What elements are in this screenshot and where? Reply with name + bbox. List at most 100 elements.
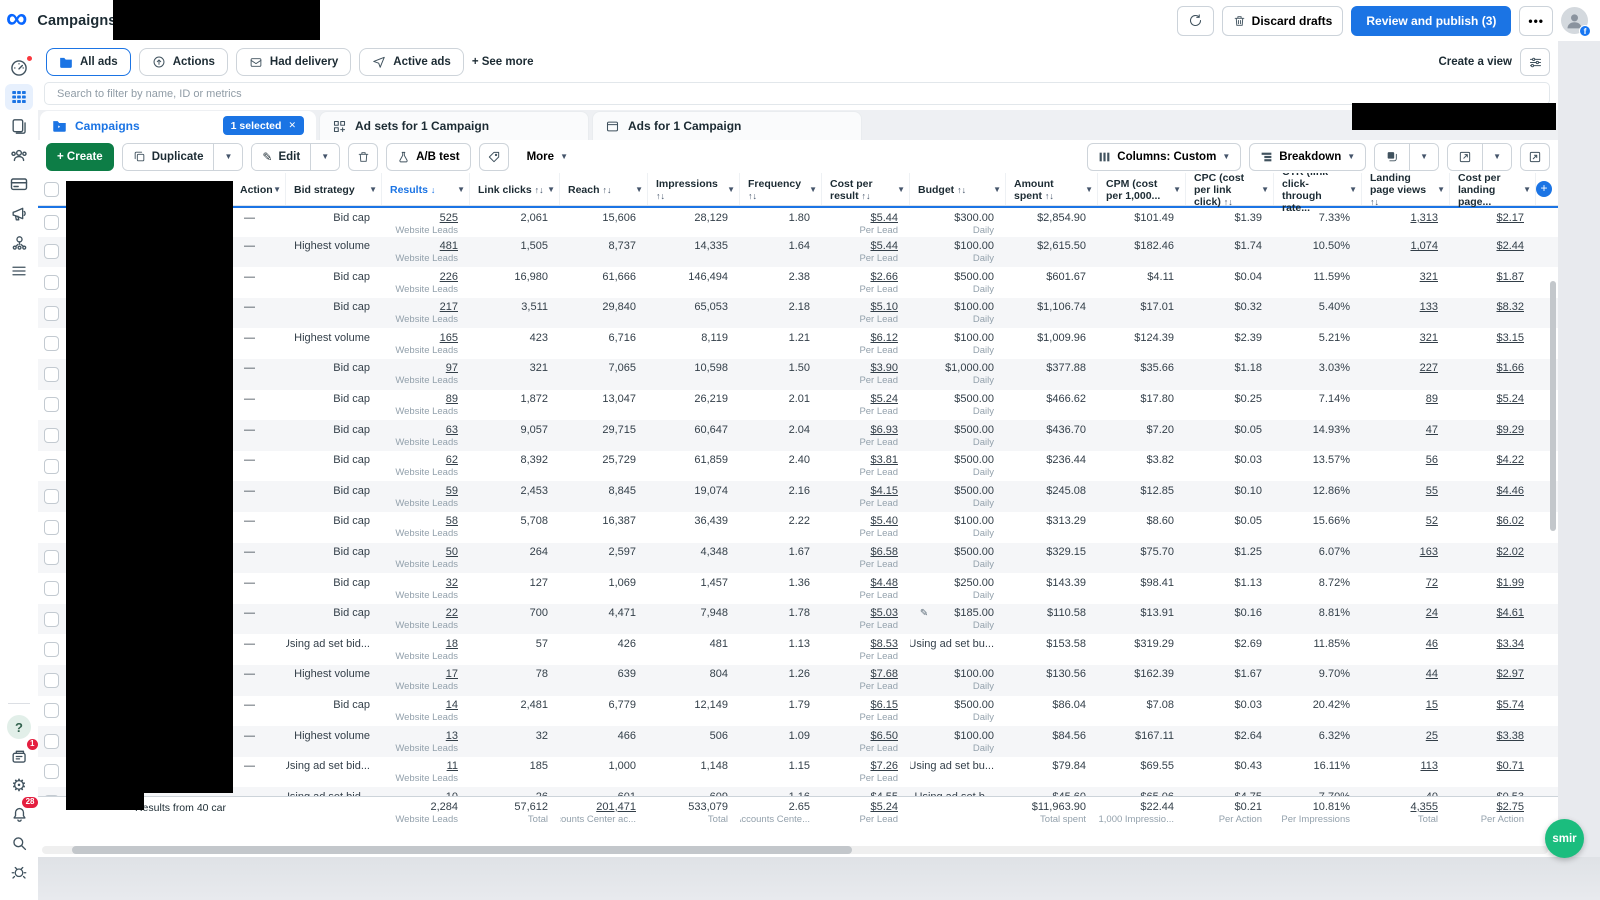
action-dash[interactable]: — [244, 699, 255, 712]
results-link[interactable]: 165 [440, 332, 458, 345]
action-dash[interactable]: — [244, 362, 255, 375]
cost-per-result-link[interactable]: $4.48 [870, 577, 898, 590]
filter-chip-had-delivery[interactable]: Had delivery [236, 48, 351, 76]
table-row[interactable]: —Highest volume13Website Leads324665061.… [38, 726, 1558, 757]
landing-page-views-link[interactable]: 113 [1420, 760, 1438, 773]
action-dash[interactable]: — [244, 607, 255, 620]
cost-per-landing-page-link[interactable]: $3.15 [1496, 332, 1524, 345]
edit-dropdown-button[interactable]: ▼ [310, 144, 339, 170]
more-options-button[interactable]: ••• [1519, 6, 1553, 36]
column-header-frequency[interactable]: Frequency ↑↓▼ [740, 173, 822, 205]
expand-table-button[interactable] [1520, 143, 1550, 171]
ab-test-button[interactable]: A/B test [386, 143, 470, 171]
chevron-down-icon[interactable]: ▼ [1437, 186, 1445, 194]
table-row[interactable]: —Bid cap217Website Leads3,51129,84065,05… [38, 298, 1558, 329]
table-row[interactable]: —Bid cap62Website Leads8,39225,72961,859… [38, 451, 1558, 482]
export-dropdown-button[interactable]: ▼ [1482, 144, 1511, 170]
cost-per-result-link[interactable]: $7.68 [870, 668, 898, 681]
chevron-down-icon[interactable]: ▼ [547, 186, 555, 194]
cost-per-landing-page-link[interactable]: $8.32 [1496, 301, 1524, 314]
horizontal-scrollbar-thumb[interactable] [72, 846, 852, 854]
landing-page-views-link[interactable]: 56 [1426, 454, 1438, 467]
cost-per-landing-page-link[interactable]: $5.74 [1496, 699, 1524, 712]
row-checkbox[interactable] [44, 642, 59, 657]
action-dash[interactable]: — [244, 240, 255, 253]
duplicate-button[interactable]: Duplicate [123, 144, 214, 170]
add-column-button[interactable]: + [1536, 181, 1552, 197]
filter-chip-actions[interactable]: Actions [139, 48, 228, 76]
sidebar-item-settings[interactable]: ⚙ [5, 772, 33, 798]
landing-page-views-link[interactable]: 1,074 [1410, 240, 1438, 253]
chevron-down-icon[interactable]: ▼ [809, 186, 817, 194]
cost-per-landing-page-link[interactable]: $2.97 [1496, 668, 1524, 681]
chevron-down-icon[interactable]: ▼ [1085, 186, 1093, 194]
sidebar-item-search[interactable] [5, 830, 33, 856]
row-checkbox[interactable] [44, 367, 59, 382]
more-button[interactable]: More ▼ [517, 143, 578, 171]
cost-per-landing-page-link[interactable]: $2.02 [1496, 546, 1524, 559]
cost-per-landing-page-link[interactable]: $2.44 [1496, 240, 1524, 253]
sidebar-item-ads-manager[interactable] [5, 200, 33, 226]
cost-per-result-link[interactable]: $5.40 [870, 515, 898, 528]
sidebar-item-notifications[interactable]: 28 [5, 801, 33, 827]
table-row[interactable]: —Bid cap63Website Leads9,05729,71560,647… [38, 420, 1558, 451]
totals-value[interactable]: $2.75 [1496, 801, 1524, 814]
sidebar-item-home-gauge[interactable] [5, 55, 33, 81]
cost-per-landing-page-link[interactable]: $2.17 [1496, 212, 1524, 225]
cost-per-result-link[interactable]: $6.15 [870, 699, 898, 712]
table-row[interactable]: —Highest volume17Website Leads786398041.… [38, 665, 1558, 696]
cost-per-landing-page-link[interactable]: $0.71 [1496, 760, 1524, 773]
meta-logo-icon[interactable]: ∞ [6, 5, 27, 33]
results-link[interactable]: 58 [446, 515, 458, 528]
action-dash[interactable]: — [244, 485, 255, 498]
create-button[interactable]: + Create [46, 143, 114, 171]
chevron-down-icon[interactable]: ▼ [897, 186, 905, 194]
cost-per-result-link[interactable]: $5.44 [870, 240, 898, 253]
table-row[interactable]: —Bid cap32Website Leads1271,0691,4571.36… [38, 573, 1558, 604]
cost-per-result-link[interactable]: $4.55 [870, 791, 898, 797]
action-dash[interactable]: — [244, 638, 255, 651]
table-row[interactable]: —Highest volume165Website Leads4236,7168… [38, 328, 1558, 359]
cost-per-landing-page-link[interactable]: $9.29 [1496, 424, 1524, 437]
table-row[interactable]: —Bid cap97Website Leads3217,06510,5981.5… [38, 359, 1558, 390]
action-dash[interactable]: — [244, 393, 255, 406]
tab-ads[interactable]: Ads for 1 Campaign [592, 111, 862, 140]
results-link[interactable]: 525 [440, 212, 458, 225]
edit-budget-icon[interactable]: ✎ [920, 607, 928, 620]
column-header-bid-strategy[interactable]: Bid strategy▼ [286, 173, 382, 205]
selected-count-badge[interactable]: 1 selected ✕ [223, 116, 304, 135]
row-checkbox[interactable] [44, 795, 59, 796]
delete-button[interactable] [348, 143, 378, 171]
action-dash[interactable]: — [244, 271, 255, 284]
row-checkbox[interactable] [44, 550, 59, 565]
table-row[interactable]: —Highest volume481Website Leads1,5058,73… [38, 237, 1558, 268]
table-row[interactable]: —Bid cap89Website Leads1,87213,04726,219… [38, 390, 1558, 421]
landing-page-views-link[interactable]: 24 [1426, 607, 1438, 620]
edit-button[interactable]: ✎ Edit [252, 144, 310, 170]
table-row[interactable]: —Bid cap58Website Leads5,70816,38736,439… [38, 512, 1558, 543]
column-header-budget[interactable]: Budget ↑↓▼ [910, 173, 1006, 205]
landing-page-views-link[interactable]: 321 [1420, 271, 1438, 284]
see-more-button[interactable]: + See more [472, 56, 534, 68]
chat-widget-button[interactable]: smir [1545, 819, 1584, 858]
row-checkbox[interactable] [44, 306, 59, 321]
column-header-landing-page-views[interactable]: Landing page views ↑↓▼ [1362, 173, 1450, 205]
action-dash[interactable]: — [244, 760, 255, 773]
row-checkbox[interactable] [44, 489, 59, 504]
row-checkbox[interactable] [44, 275, 59, 290]
action-dash[interactable]: — [244, 454, 255, 467]
cost-per-result-link[interactable]: $5.03 [870, 607, 898, 620]
cost-per-landing-page-link[interactable]: $6.02 [1496, 515, 1524, 528]
select-all-checkbox[interactable] [44, 182, 59, 197]
cost-per-result-link[interactable]: $5.10 [870, 301, 898, 314]
action-dash[interactable]: — [244, 332, 255, 345]
action-dash[interactable]: — [244, 212, 255, 225]
chevron-down-icon[interactable]: ▼ [273, 186, 281, 194]
landing-page-views-link[interactable]: 321 [1420, 332, 1438, 345]
column-header-action[interactable]: Action▼ [232, 173, 286, 205]
column-header-cpm-cost-per-1-000[interactable]: CPM (cost per 1,000...▼ [1098, 173, 1186, 205]
row-checkbox[interactable] [44, 520, 59, 535]
cost-per-result-link[interactable]: $5.24 [870, 393, 898, 406]
table-row[interactable]: —Bid cap22Website Leads7004,4717,9481.78… [38, 604, 1558, 635]
cost-per-landing-page-link[interactable]: $3.34 [1496, 638, 1524, 651]
